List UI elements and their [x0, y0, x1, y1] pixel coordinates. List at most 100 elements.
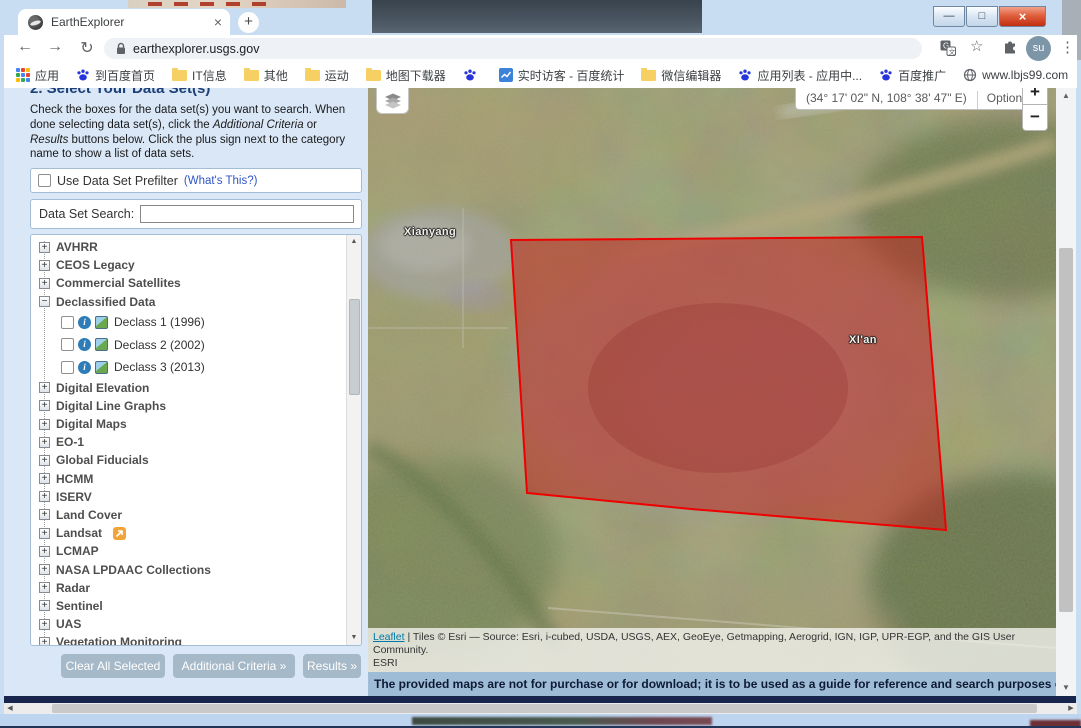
- leaflet-map[interactable]: Xianyang XI'an (34° 17' 02" N, 108° 38' …: [368, 88, 1056, 672]
- expand-icon[interactable]: +: [39, 619, 50, 630]
- tree-dataset-declass1[interactable]: iDeclass 1 (1996): [31, 311, 361, 334]
- results-button[interactable]: Results »: [303, 654, 361, 678]
- prefilter-checkbox[interactable]: [38, 174, 51, 187]
- expand-icon[interactable]: +: [39, 509, 50, 520]
- footprint-icon[interactable]: [95, 361, 108, 374]
- bookmark-apps[interactable]: 应用: [16, 67, 59, 84]
- bookmark-star-icon[interactable]: ☆: [970, 37, 983, 55]
- expand-icon[interactable]: +: [39, 260, 50, 271]
- expand-icon[interactable]: +: [39, 582, 50, 593]
- zoom-in-button[interactable]: +: [1022, 88, 1048, 105]
- vertical-scrollbar[interactable]: ▲ ▼: [1056, 88, 1076, 696]
- forward-icon[interactable]: →: [44, 38, 66, 56]
- tree-scrollbar[interactable]: ▲ ▼: [346, 235, 361, 645]
- horizontal-scrollbar-thumb[interactable]: [52, 704, 1037, 713]
- tree-category-digital-line-graphs[interactable]: +Digital Line Graphs: [31, 397, 361, 415]
- tree-category-hcmm[interactable]: +HCMM: [31, 469, 361, 487]
- tree-category-global-fiducials[interactable]: +Global Fiducials: [31, 451, 361, 469]
- footprint-icon[interactable]: [95, 316, 108, 329]
- tree-category-declassified[interactable]: −Declassified Data: [31, 293, 361, 311]
- dataset-checkbox[interactable]: [61, 338, 74, 351]
- tree-category-eo1[interactable]: +EO-1: [31, 433, 361, 451]
- extensions-puzzle-icon[interactable]: [1002, 40, 1018, 61]
- tree-category-sentinel[interactable]: +Sentinel: [31, 597, 361, 615]
- window-maximize-button[interactable]: □: [966, 6, 998, 27]
- bookmark-baidu-stats[interactable]: 实时访客 - 百度统计: [499, 67, 625, 84]
- refresh-icon[interactable]: ↻: [76, 38, 98, 58]
- window-close-button[interactable]: ×: [999, 6, 1046, 27]
- tree-category-vegetation[interactable]: +Vegetation Monitoring: [31, 633, 361, 646]
- tree-category-uas[interactable]: +UAS: [31, 615, 361, 633]
- expand-icon[interactable]: +: [39, 278, 50, 289]
- scroll-left-icon[interactable]: ◀: [4, 703, 16, 714]
- expand-icon[interactable]: +: [39, 600, 50, 611]
- tree-category-commercial[interactable]: +Commercial Satellites: [31, 274, 361, 292]
- tree-dataset-declass3[interactable]: iDeclass 3 (2013): [31, 356, 361, 379]
- bookmark-baidu-promo[interactable]: 百度推广: [879, 67, 946, 84]
- tree-category-avhrr[interactable]: +AVHRR: [31, 238, 361, 256]
- additional-criteria-button[interactable]: Additional Criteria »: [173, 654, 295, 678]
- info-icon[interactable]: i: [78, 316, 91, 329]
- expand-icon[interactable]: +: [39, 400, 50, 411]
- address-bar[interactable]: earthexplorer.usgs.gov: [104, 38, 922, 59]
- scroll-right-icon[interactable]: ▶: [1065, 703, 1077, 714]
- satellite-map-tiles[interactable]: [368, 88, 1056, 672]
- expand-icon[interactable]: +: [39, 455, 50, 466]
- dataset-checkbox[interactable]: [61, 316, 74, 329]
- bookmark-baidu[interactable]: [463, 68, 482, 82]
- bookmark-folder-it[interactable]: IT信息: [172, 67, 227, 84]
- profile-avatar[interactable]: su: [1026, 36, 1051, 61]
- horizontal-scrollbar[interactable]: ◀ ▶: [4, 703, 1077, 714]
- scroll-down-icon[interactable]: ▼: [347, 631, 361, 645]
- browser-tab[interactable]: EarthExplorer ×: [18, 9, 230, 35]
- expand-icon[interactable]: +: [39, 382, 50, 393]
- back-icon[interactable]: ←: [14, 38, 36, 56]
- expand-icon[interactable]: +: [39, 491, 50, 502]
- clear-all-selected-button[interactable]: Clear All Selected: [61, 654, 165, 678]
- landsat-notice-icon[interactable]: [113, 527, 126, 540]
- tree-category-landsat[interactable]: +Landsat: [31, 524, 361, 542]
- bookmark-folder-other[interactable]: 其他: [244, 67, 288, 84]
- tree-category-iserv[interactable]: +ISERV: [31, 488, 361, 506]
- expand-icon[interactable]: +: [39, 546, 50, 557]
- tree-category-lcmap[interactable]: +LCMAP: [31, 542, 361, 560]
- zoom-out-button[interactable]: −: [1022, 105, 1048, 131]
- info-icon[interactable]: i: [78, 361, 91, 374]
- tree-category-nasa-lpdaac[interactable]: +NASA LPDAAC Collections: [31, 560, 361, 578]
- tree-scrollbar-thumb[interactable]: [349, 299, 360, 395]
- tree-dataset-declass2[interactable]: iDeclass 2 (2002): [31, 333, 361, 356]
- bookmark-folder-mapdl[interactable]: 地图下载器: [366, 67, 446, 84]
- bookmark-baidu-home[interactable]: 到百度首页: [76, 67, 155, 84]
- layers-control-button[interactable]: [376, 88, 409, 114]
- tree-category-ceos[interactable]: +CEOS Legacy: [31, 256, 361, 274]
- scroll-down-icon[interactable]: ▼: [1056, 680, 1076, 696]
- tree-category-radar[interactable]: +Radar: [31, 579, 361, 597]
- tree-category-land-cover[interactable]: +Land Cover: [31, 506, 361, 524]
- bookmark-app-list[interactable]: 应用列表 - 应用中...: [738, 67, 862, 84]
- scroll-up-icon[interactable]: ▲: [347, 235, 361, 249]
- expand-icon[interactable]: +: [39, 564, 50, 575]
- scroll-up-icon[interactable]: ▲: [1056, 88, 1076, 104]
- bookmark-folder-wechat[interactable]: 微信编辑器: [641, 67, 721, 84]
- bookmark-lbjs99[interactable]: www.lbjs99.com: [963, 68, 1068, 82]
- new-tab-button[interactable]: +: [238, 12, 259, 33]
- bookmark-folder-sports[interactable]: 运动: [305, 67, 349, 84]
- leaflet-link[interactable]: Leaflet: [373, 631, 405, 643]
- dataset-checkbox[interactable]: [61, 361, 74, 374]
- info-icon[interactable]: i: [78, 338, 91, 351]
- tree-category-digital-elevation[interactable]: +Digital Elevation: [31, 379, 361, 397]
- window-minimize-button[interactable]: —: [933, 6, 965, 27]
- whats-this-link[interactable]: (What's This?): [184, 175, 258, 187]
- expand-icon[interactable]: +: [39, 419, 50, 430]
- tree-category-digital-maps[interactable]: +Digital Maps: [31, 415, 361, 433]
- expand-icon[interactable]: +: [39, 637, 50, 646]
- collapse-icon[interactable]: −: [39, 296, 50, 307]
- expand-icon[interactable]: +: [39, 528, 50, 539]
- tab-close-icon[interactable]: ×: [214, 15, 222, 29]
- browser-menu-icon[interactable]: ⋮: [1060, 38, 1075, 56]
- expand-icon[interactable]: +: [39, 473, 50, 484]
- footprint-icon[interactable]: [95, 338, 108, 351]
- expand-icon[interactable]: +: [39, 437, 50, 448]
- vertical-scrollbar-thumb[interactable]: [1059, 248, 1073, 612]
- expand-icon[interactable]: +: [39, 242, 50, 253]
